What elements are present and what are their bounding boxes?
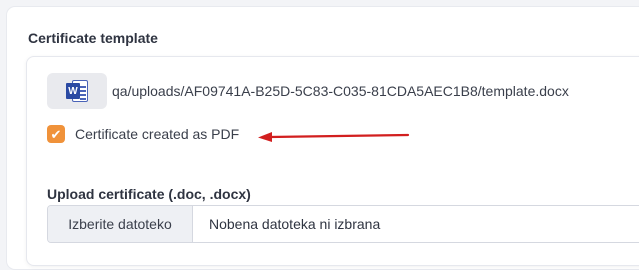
section-title: Certificate template xyxy=(28,30,158,46)
annotation-arrow xyxy=(258,132,410,142)
choose-file-button[interactable]: Izberite datoteko xyxy=(48,206,193,242)
pdf-checkbox-label[interactable]: Certificate created as PDF xyxy=(75,126,239,142)
pdf-checkbox[interactable]: ✔ xyxy=(47,125,65,143)
pdf-option-row: ✔ Certificate created as PDF xyxy=(47,125,239,143)
file-thumbnail[interactable]: W xyxy=(47,73,107,109)
current-file-row: W qa/uploads/AF09741A-B25D-5C83-C035-81C… xyxy=(47,73,569,109)
certificate-file-input[interactable]: Izberite datoteko Nobena datoteka ni izb… xyxy=(47,205,639,243)
checkmark-icon: ✔ xyxy=(50,126,62,142)
word-letter: W xyxy=(66,83,80,99)
word-doc-icon: W xyxy=(66,79,88,103)
upload-certificate-label: Upload certificate (.doc, .docx) xyxy=(47,186,251,202)
file-path: qa/uploads/AF09741A-B25D-5C83-C035-81CDA… xyxy=(112,83,569,99)
no-file-chosen-text: Nobena datoteka ni izbrana xyxy=(209,216,381,232)
